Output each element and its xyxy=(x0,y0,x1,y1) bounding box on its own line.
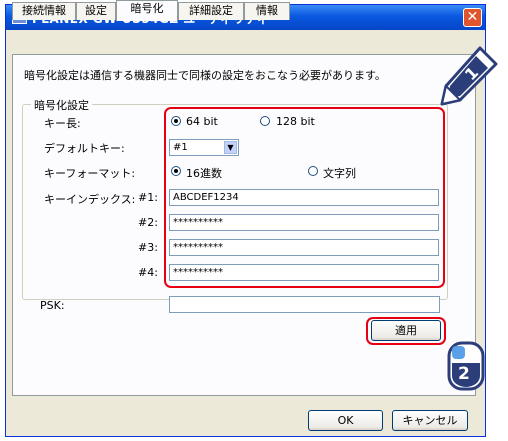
cancel-button[interactable]: キャンセル xyxy=(392,410,468,431)
key-index-label: キーインデックス: xyxy=(44,193,136,206)
key-2-label: #2: xyxy=(138,216,158,229)
ok-button[interactable]: OK xyxy=(308,410,383,431)
tab-encryption[interactable]: 暗号化 xyxy=(116,0,178,21)
close-button[interactable]: ✕ xyxy=(463,8,482,27)
key-1-label: #1: xyxy=(138,191,158,204)
step-2-number: 2 xyxy=(458,364,470,384)
highlight-apply-button xyxy=(366,317,446,345)
key-3-label: #3: xyxy=(138,241,158,254)
highlight-key-settings xyxy=(164,107,445,288)
tab-settings[interactable]: 設定 xyxy=(76,2,116,20)
key-4-label: #4: xyxy=(138,266,158,279)
psk-label: PSK: xyxy=(40,299,65,312)
tab-information[interactable]: 情報 xyxy=(244,2,290,20)
psk-input[interactable] xyxy=(169,296,440,313)
group-title: 暗号化設定 xyxy=(31,97,92,113)
tab-advanced-settings[interactable]: 詳細設定 xyxy=(178,2,244,20)
key-length-label: キー長: xyxy=(44,117,81,130)
key-format-label: キーフォーマット: xyxy=(44,167,136,180)
tab-connection-info[interactable]: 接続情報 xyxy=(12,2,76,20)
description-text: 暗号化設定は通信する機器同士で同様の設定をおこなう必要があります。 xyxy=(24,69,386,82)
default-key-label: デフォルトキー: xyxy=(44,142,125,155)
